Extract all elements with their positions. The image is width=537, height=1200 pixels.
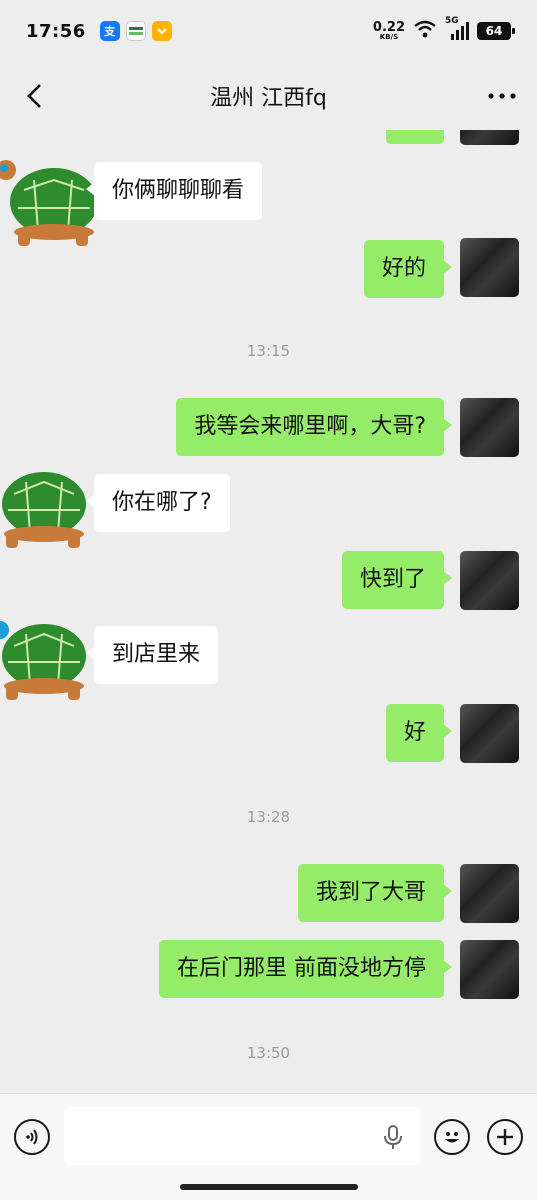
back-button[interactable] — [20, 82, 48, 110]
turtle-avatar[interactable] — [0, 160, 104, 250]
battery-icon: 64 — [477, 22, 515, 40]
more-button[interactable] — [485, 82, 519, 110]
message-bubble[interactable]: 到店里来 — [85, 626, 219, 684]
turtle-icon — [0, 160, 98, 246]
voice-button[interactable] — [14, 1119, 50, 1155]
my-avatar[interactable] — [460, 864, 519, 923]
emoji-icon — [445, 1132, 459, 1143]
message-bubble-partial — [386, 130, 444, 144]
turtle-avatar[interactable] — [0, 464, 94, 554]
turtle-icon — [2, 472, 86, 548]
chat-header: 温州 江西fq — [0, 62, 537, 130]
my-avatar[interactable] — [460, 238, 519, 297]
wifi-icon — [413, 20, 437, 42]
turtle-avatar[interactable] — [0, 616, 94, 706]
plus-button[interactable] — [487, 1119, 523, 1155]
message-bubble[interactable]: 快到了 — [341, 551, 453, 609]
more-dots-icon — [488, 93, 516, 99]
status-bar: 17:56 支 0.22 KB/S 5G 64 — [0, 0, 537, 62]
status-time: 17:56 — [26, 20, 86, 42]
network-speed: 0.22 KB/S — [372, 20, 405, 41]
status-app-icons: 支 — [99, 21, 172, 41]
timestamp: 13:50 — [246, 1044, 291, 1062]
message-input[interactable] — [64, 1107, 420, 1165]
turtle-icon — [0, 621, 86, 700]
message-bubble[interactable]: 好的 — [363, 240, 453, 298]
message-bubble[interactable]: 我等会来哪里啊，大哥? — [176, 398, 452, 456]
message-bubble[interactable]: 好 — [385, 704, 453, 762]
signal-icon: 5G — [445, 16, 469, 40]
oppo-icon — [125, 21, 146, 41]
my-avatar[interactable] — [460, 398, 519, 457]
my-avatar[interactable] — [460, 940, 519, 999]
microphone-icon[interactable] — [382, 1124, 404, 1150]
my-avatar[interactable] — [460, 704, 519, 763]
timestamp: 13:28 — [246, 808, 291, 826]
voice-icon — [26, 1129, 38, 1145]
alipay-icon: 支 — [99, 21, 120, 41]
plus-icon — [497, 1129, 513, 1145]
chat-title: 温州 江西fq — [210, 86, 327, 111]
home-indicator[interactable] — [180, 1184, 358, 1190]
message-bubble[interactable]: 在后门那里 前面没地方停 — [159, 940, 452, 998]
emoji-button[interactable] — [434, 1119, 470, 1155]
timestamp: 13:15 — [246, 342, 291, 360]
my-avatar[interactable] — [460, 551, 519, 610]
my-avatar[interactable] — [460, 130, 519, 145]
message-bubble[interactable]: 你俩聊聊聊看 — [85, 162, 263, 220]
coupon-icon — [151, 21, 172, 41]
message-bubble[interactable]: 你在哪了? — [86, 474, 230, 532]
message-list[interactable]: 你俩聊聊聊看 好的 13:15 我等会来哪里啊，大哥? 你在哪了? 快到了 到店… — [0, 130, 537, 1093]
chevron-left-icon — [27, 84, 41, 108]
message-bubble[interactable]: 我到了大哥 — [297, 864, 453, 922]
